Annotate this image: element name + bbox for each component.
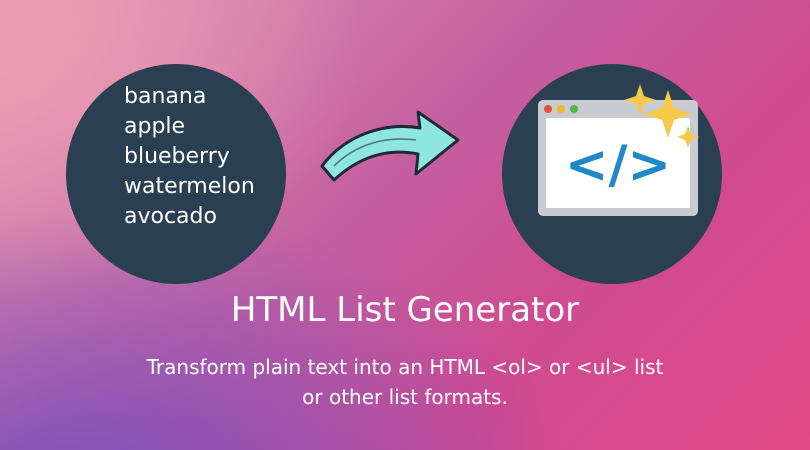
list-item: avocado bbox=[124, 204, 217, 229]
window-minimize-dot-icon bbox=[557, 105, 565, 113]
window-maximize-dot-icon bbox=[570, 105, 578, 113]
subtitle-line: Transform plain text into an HTML <ol> o… bbox=[146, 355, 664, 379]
curved-arrow-icon bbox=[320, 110, 460, 182]
subtitle-line: or other list formats. bbox=[302, 385, 508, 409]
list-item: blueberry bbox=[124, 144, 230, 169]
list-item: watermelon bbox=[124, 174, 255, 199]
sparkle-icon bbox=[624, 84, 699, 148]
window-close-dot-icon bbox=[544, 105, 552, 113]
page-subtitle: Transform plain text into an HTML <ol> o… bbox=[100, 352, 710, 412]
page-title: HTML List Generator bbox=[230, 290, 580, 330]
list-item: apple bbox=[124, 114, 186, 139]
plain-text-list: banana apple blueberry watermelon avocad… bbox=[124, 82, 255, 232]
list-item: banana bbox=[124, 84, 207, 109]
